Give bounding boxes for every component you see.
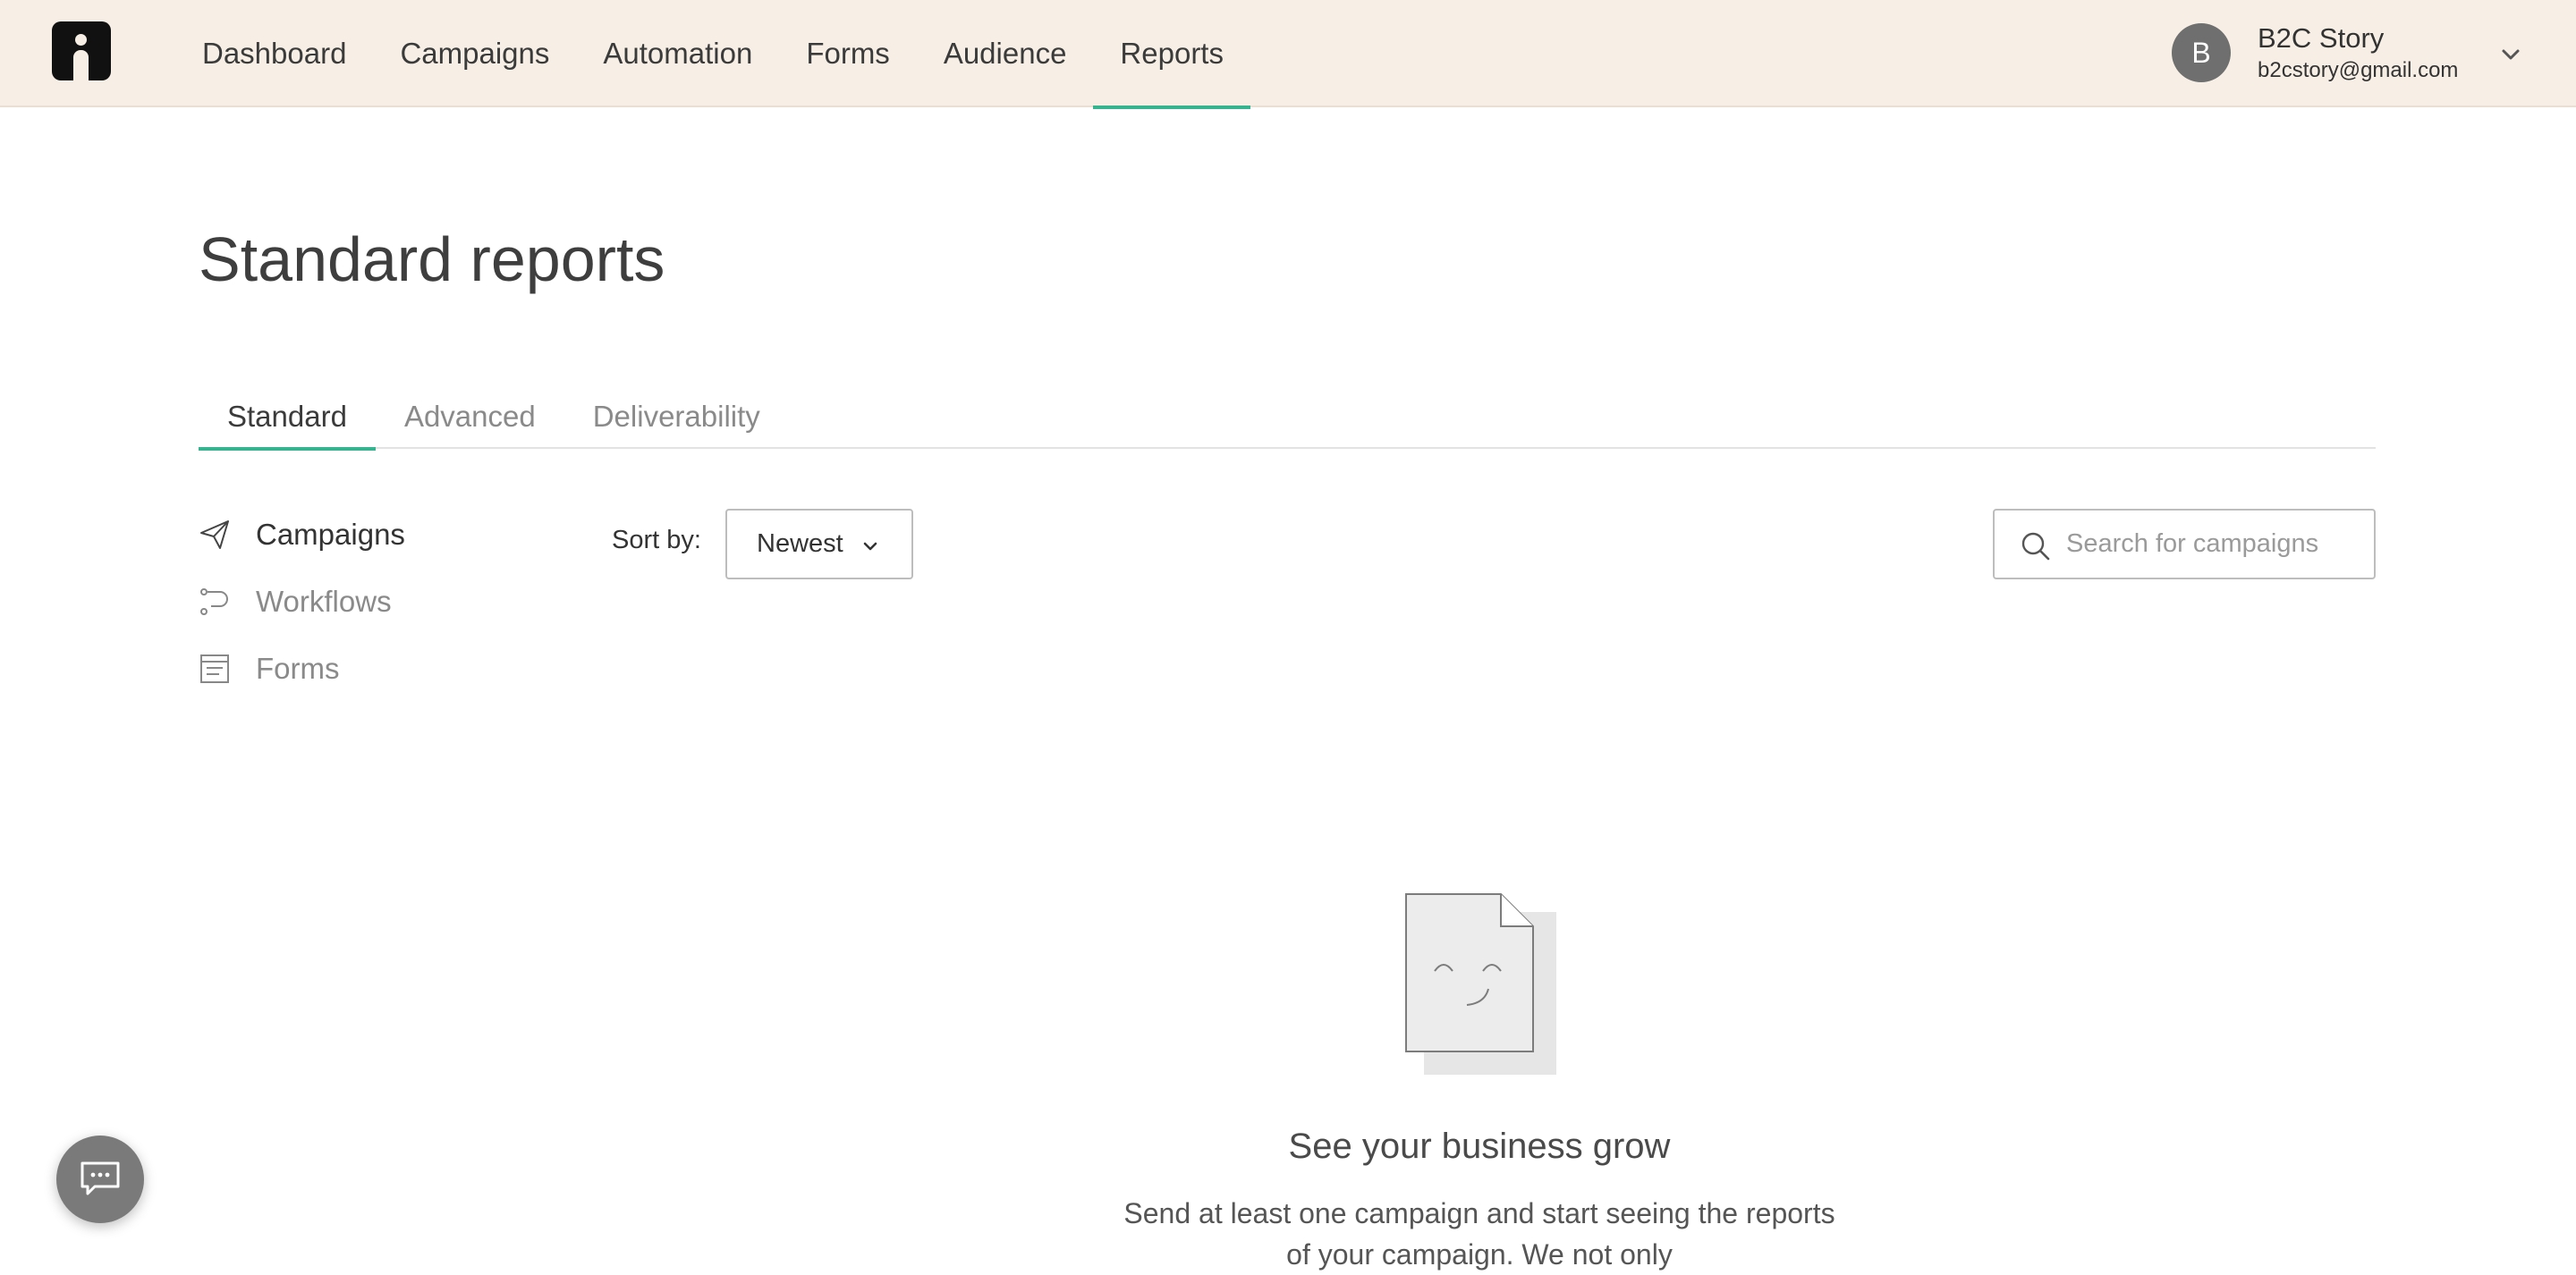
- paper-plane-icon: [200, 519, 229, 549]
- nav-item-forms[interactable]: Forms: [779, 0, 917, 107]
- chat-bubble-icon: [80, 1161, 120, 1195]
- page-title: Standard reports: [199, 224, 665, 294]
- empty-state-text: Send at least one campaign and start see…: [1123, 1197, 1835, 1271]
- search-input[interactable]: [2066, 511, 2361, 578]
- side-item-label: Forms: [256, 651, 340, 685]
- form-icon: [200, 654, 229, 683]
- nav-item-dashboard[interactable]: Dashboard: [175, 0, 373, 107]
- tab-standard[interactable]: Standard: [199, 384, 376, 451]
- chat-button[interactable]: [56, 1136, 144, 1223]
- nav-item-campaigns[interactable]: Campaigns: [373, 0, 576, 107]
- app-logo[interactable]: [52, 21, 111, 80]
- user-name: B2C Story: [2258, 22, 2385, 54]
- side-item-campaigns[interactable]: Campaigns: [199, 501, 405, 568]
- tab-advanced[interactable]: Advanced: [376, 384, 564, 449]
- campaign-search: [1993, 509, 2376, 579]
- nav-item-automation[interactable]: Automation: [576, 0, 779, 107]
- side-item-workflows[interactable]: Workflows: [199, 568, 405, 635]
- report-tabs: Standard Advanced Deliverability: [199, 384, 2376, 451]
- sort-label: Sort by:: [612, 526, 701, 554]
- side-item-label: Workflows: [256, 584, 392, 618]
- main-nav: Dashboard Campaigns Automation Forms Aud…: [175, 0, 1250, 109]
- nav-item-audience[interactable]: Audience: [917, 0, 1094, 107]
- empty-state-heading: See your business grow: [1288, 1127, 1671, 1166]
- nav-item-reports[interactable]: Reports: [1093, 0, 1250, 109]
- report-side-menu: Campaigns Workflows Forms: [199, 501, 405, 702]
- tab-deliverability[interactable]: Deliverability: [564, 384, 789, 449]
- chevron-down-icon: [863, 542, 877, 551]
- user-email: b2cstory@gmail.com: [2258, 58, 2459, 82]
- avatar: B: [2172, 23, 2231, 82]
- workflow-icon: [200, 587, 228, 615]
- side-item-label: Campaigns: [256, 517, 405, 551]
- user-menu[interactable]: B B2C Story b2cstory@gmail.com: [2172, 22, 2459, 82]
- sort-dropdown[interactable]: Newest: [725, 509, 913, 579]
- sort-selected-value: Newest: [757, 529, 843, 558]
- side-item-forms[interactable]: Forms: [199, 635, 405, 702]
- empty-state: See your business grow Send at least one…: [1122, 1121, 1837, 1275]
- chevron-down-icon[interactable]: [2497, 41, 2524, 68]
- top-navbar: Dashboard Campaigns Automation Forms Aud…: [0, 0, 2576, 109]
- search-icon: [2021, 532, 2050, 561]
- smiling-document-icon: [1405, 893, 1556, 1075]
